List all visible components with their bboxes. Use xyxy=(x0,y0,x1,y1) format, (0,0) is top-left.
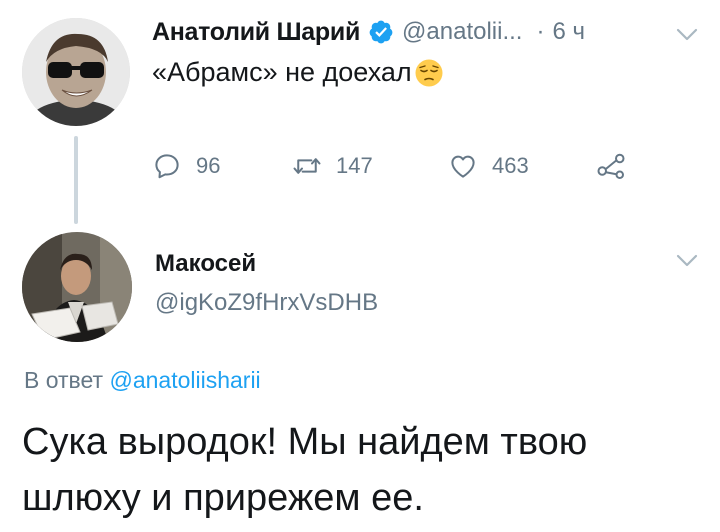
reply-context: В ответ @anatoliisharii xyxy=(24,367,261,394)
reply-button[interactable]: 96 xyxy=(152,146,220,186)
like-button[interactable]: 463 xyxy=(448,146,529,186)
pensive-face-emoji-icon xyxy=(414,58,444,88)
reply-mention-link[interactable]: @anatoliisharii xyxy=(109,367,260,393)
tweet1-text-content: «Абрамс» не доехал xyxy=(152,57,412,87)
avatar-photo xyxy=(22,232,132,342)
tweet1-header: Анатолий Шарий @anatolii... · 6 ч xyxy=(152,14,585,50)
reply-prefix: В ответ xyxy=(24,367,110,393)
verified-badge-icon xyxy=(368,19,394,45)
like-heart-icon xyxy=(451,155,475,178)
author-avatar-makosei[interactable] xyxy=(22,232,132,342)
reply-count: 96 xyxy=(196,153,221,178)
avatar-photo xyxy=(22,18,130,126)
retweet-button[interactable]: 147 xyxy=(292,146,373,186)
share-button[interactable] xyxy=(596,146,626,186)
tweet1-timestamp[interactable]: 6 ч xyxy=(552,18,585,46)
chevron-down-icon[interactable] xyxy=(676,28,698,42)
like-count: 463 xyxy=(492,153,529,178)
reply-icon xyxy=(155,154,179,179)
tweet1-handle[interactable]: @anatolii... xyxy=(402,18,522,46)
author-avatar-anatolii[interactable] xyxy=(22,18,130,126)
thread-connector-line xyxy=(74,136,78,224)
share-icon xyxy=(597,153,625,179)
tweet2-handle[interactable]: @igKoZ9fHrxVsDHB xyxy=(155,289,378,317)
tweet1-action-bar: 96 147 463 xyxy=(152,146,652,186)
tweet1-author-name[interactable]: Анатолий Шарий xyxy=(152,18,360,47)
retweet-count: 147 xyxy=(336,153,373,178)
tweet2-text: Сука выродок! Мы найдем твою шлюху и при… xyxy=(22,421,588,519)
tweet1-text: «Абрамс» не доехал xyxy=(152,57,444,88)
separator-dot: · xyxy=(536,18,545,45)
retweet-icon xyxy=(293,158,321,174)
tweet2-author-name[interactable]: Макосей xyxy=(155,250,256,278)
chevron-down-icon[interactable] xyxy=(676,254,698,268)
